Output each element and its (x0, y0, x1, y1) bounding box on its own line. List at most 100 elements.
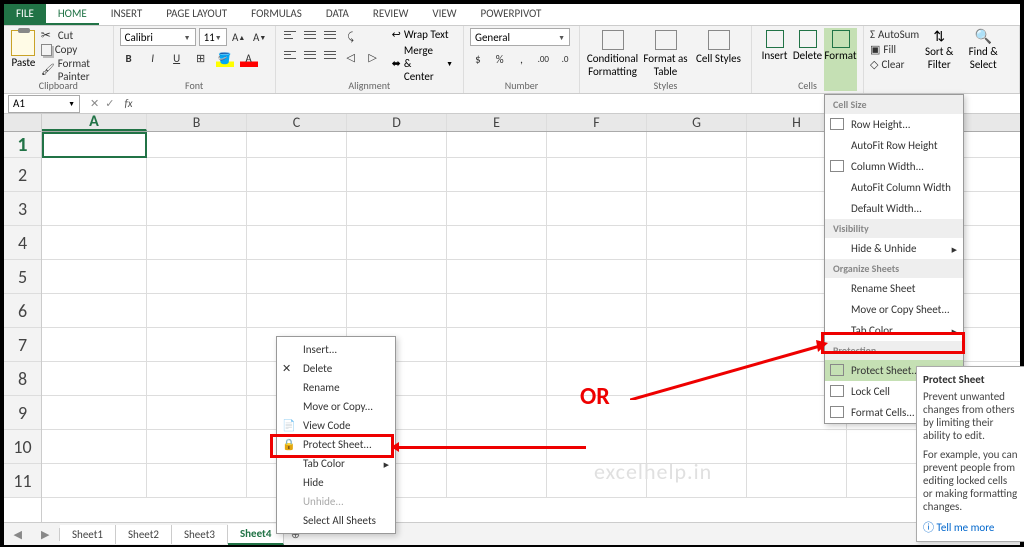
currency-button[interactable]: $ (470, 50, 486, 68)
tab-powerpivot[interactable]: POWERPIVOT (469, 4, 554, 25)
row-header[interactable]: 7 (4, 328, 41, 362)
fmt-tabcolor[interactable]: Tab Color▶ (825, 320, 963, 341)
lock-icon (830, 364, 844, 376)
orientation-button[interactable]: ⤹ (342, 28, 360, 46)
decrease-indent-button[interactable]: ◁ (342, 48, 360, 66)
tab-view[interactable]: VIEW (420, 4, 468, 25)
fmt-movesheet[interactable]: Move or Copy Sheet... (825, 299, 963, 320)
increase-indent-button[interactable]: ▷ (364, 48, 382, 66)
autosum-button[interactable]: ΣAutoSum (870, 28, 919, 41)
tab-file[interactable]: FILE (4, 4, 46, 25)
next-sheet-icon[interactable]: ▶ (41, 528, 49, 541)
styles-group-label: Styles (580, 79, 751, 92)
ctx-delete[interactable]: ✕Delete (277, 359, 395, 378)
border-button[interactable]: ⊞ (192, 49, 210, 67)
percent-button[interactable]: % (492, 50, 508, 68)
align-right-button[interactable] (322, 48, 338, 62)
align-center-button[interactable] (302, 48, 318, 62)
fx-icon[interactable]: fx (124, 97, 132, 110)
copy-button[interactable]: Copy (41, 43, 107, 56)
clear-button[interactable]: ◇Clear (870, 58, 919, 71)
cancel-formula-button[interactable]: ✕ (90, 97, 99, 110)
fmt-renamesheet[interactable]: Rename Sheet (825, 278, 963, 299)
increase-decimal-button[interactable]: .00 (535, 50, 551, 68)
wrap-text-button[interactable]: ↩Wrap Text (388, 28, 457, 41)
sheet-nav[interactable]: ◀▶ (4, 528, 60, 541)
row-header[interactable]: 5 (4, 260, 41, 294)
bold-button[interactable]: B (120, 49, 138, 67)
prev-sheet-icon[interactable]: ◀ (14, 528, 22, 541)
sheet-tab[interactable]: Sheet3 (172, 525, 228, 544)
font-color-button[interactable]: A (240, 49, 258, 67)
fmt-autorow[interactable]: AutoFit Row Height (825, 135, 963, 156)
fmt-hideunhide[interactable]: Hide & Unhide▶ (825, 238, 963, 259)
ctx-rename[interactable]: Rename (277, 378, 395, 397)
col-header[interactable]: F (547, 114, 647, 131)
italic-button[interactable]: I (144, 49, 162, 67)
fill-color-button[interactable]: 🪣 (216, 49, 234, 67)
merge-center-button[interactable]: ⬌Merge & Center▼ (388, 44, 457, 83)
fmt-colwidth[interactable]: Column Width... (825, 156, 963, 177)
col-header[interactable]: D (347, 114, 447, 131)
decrease-font-button[interactable]: A▼ (251, 28, 269, 46)
chevron-down-icon: ▼ (68, 99, 75, 108)
underline-button[interactable]: U (168, 49, 186, 67)
fill-button[interactable]: ▣Fill (870, 43, 919, 56)
row-header[interactable]: 10 (4, 430, 41, 464)
align-top-button[interactable] (282, 28, 298, 42)
col-header[interactable]: C (247, 114, 347, 131)
lock-icon (830, 385, 844, 397)
number-format-combo[interactable]: General▼ (470, 28, 570, 46)
col-header[interactable]: E (447, 114, 547, 131)
chevron-down-icon: ▼ (184, 33, 191, 42)
decrease-decimal-button[interactable]: .0 (557, 50, 573, 68)
row-header[interactable]: 8 (4, 362, 41, 396)
font-size-combo[interactable]: 11▼ (199, 28, 227, 46)
tab-home[interactable]: HOME (46, 4, 99, 25)
increase-font-button[interactable]: A▲ (230, 28, 248, 46)
align-bottom-button[interactable] (322, 28, 338, 42)
fmt-rowheight[interactable]: Row Height... (825, 114, 963, 135)
ctx-insert[interactable]: Insert... (277, 340, 395, 359)
font-name-combo[interactable]: Calibri▼ (120, 28, 196, 46)
row-header[interactable]: 11 (4, 464, 41, 498)
row-header[interactable]: 6 (4, 294, 41, 328)
col-header[interactable]: B (147, 114, 247, 131)
tab-pagelayout[interactable]: PAGE LAYOUT (154, 4, 239, 25)
align-middle-button[interactable] (302, 28, 318, 42)
row-header[interactable]: 2 (4, 158, 41, 192)
tab-formulas[interactable]: FORMULAS (239, 4, 314, 25)
ctx-hide[interactable]: Hide (277, 473, 395, 492)
ctx-viewcode[interactable]: 📄View Code (277, 416, 395, 435)
tab-review[interactable]: REVIEW (361, 4, 421, 25)
enter-formula-button[interactable]: ✓ (105, 97, 114, 110)
ctx-protect[interactable]: 🔒Protect Sheet... (277, 435, 395, 454)
select-all-corner[interactable] (4, 114, 41, 132)
tab-insert[interactable]: INSERT (99, 4, 155, 25)
row-header[interactable]: 9 (4, 396, 41, 430)
cut-button[interactable]: Cut (41, 28, 107, 42)
comma-button[interactable]: , (514, 50, 530, 68)
sheet-tab[interactable]: Sheet2 (116, 525, 172, 544)
fmt-autocol[interactable]: AutoFit Column Width (825, 177, 963, 198)
name-box[interactable]: A1▼ (8, 95, 80, 113)
cut-label: Cut (58, 29, 73, 42)
ctx-tabcolor[interactable]: Tab Color▶ (277, 454, 395, 473)
row-header[interactable]: 4 (4, 226, 41, 260)
ctx-selectall[interactable]: Select All Sheets (277, 511, 395, 530)
fmt-defwidth[interactable]: Default Width... (825, 198, 963, 219)
wrap-label: Wrap Text (404, 28, 449, 41)
ctx-move[interactable]: Move or Copy... (277, 397, 395, 416)
group-font: Calibri▼ 11▼ A▲ A▼ B I U ⊞ 🪣 A Font (114, 26, 276, 93)
row-header[interactable]: 3 (4, 192, 41, 226)
sheet-tab[interactable]: Sheet1 (60, 525, 116, 544)
col-header[interactable]: G (647, 114, 747, 131)
find-select-button[interactable]: 🔍Find & Select (963, 28, 1003, 91)
sort-filter-button[interactable]: ⇅Sort & Filter (919, 28, 959, 91)
tab-data[interactable]: DATA (314, 4, 361, 25)
annotation-or: OR (580, 382, 610, 411)
align-left-button[interactable] (282, 48, 298, 62)
col-header-a[interactable]: A (42, 114, 147, 131)
tooltip-tellmemore[interactable]: ⓘ Tell me more (923, 519, 1019, 535)
row-header-1[interactable]: 1 (4, 132, 41, 158)
